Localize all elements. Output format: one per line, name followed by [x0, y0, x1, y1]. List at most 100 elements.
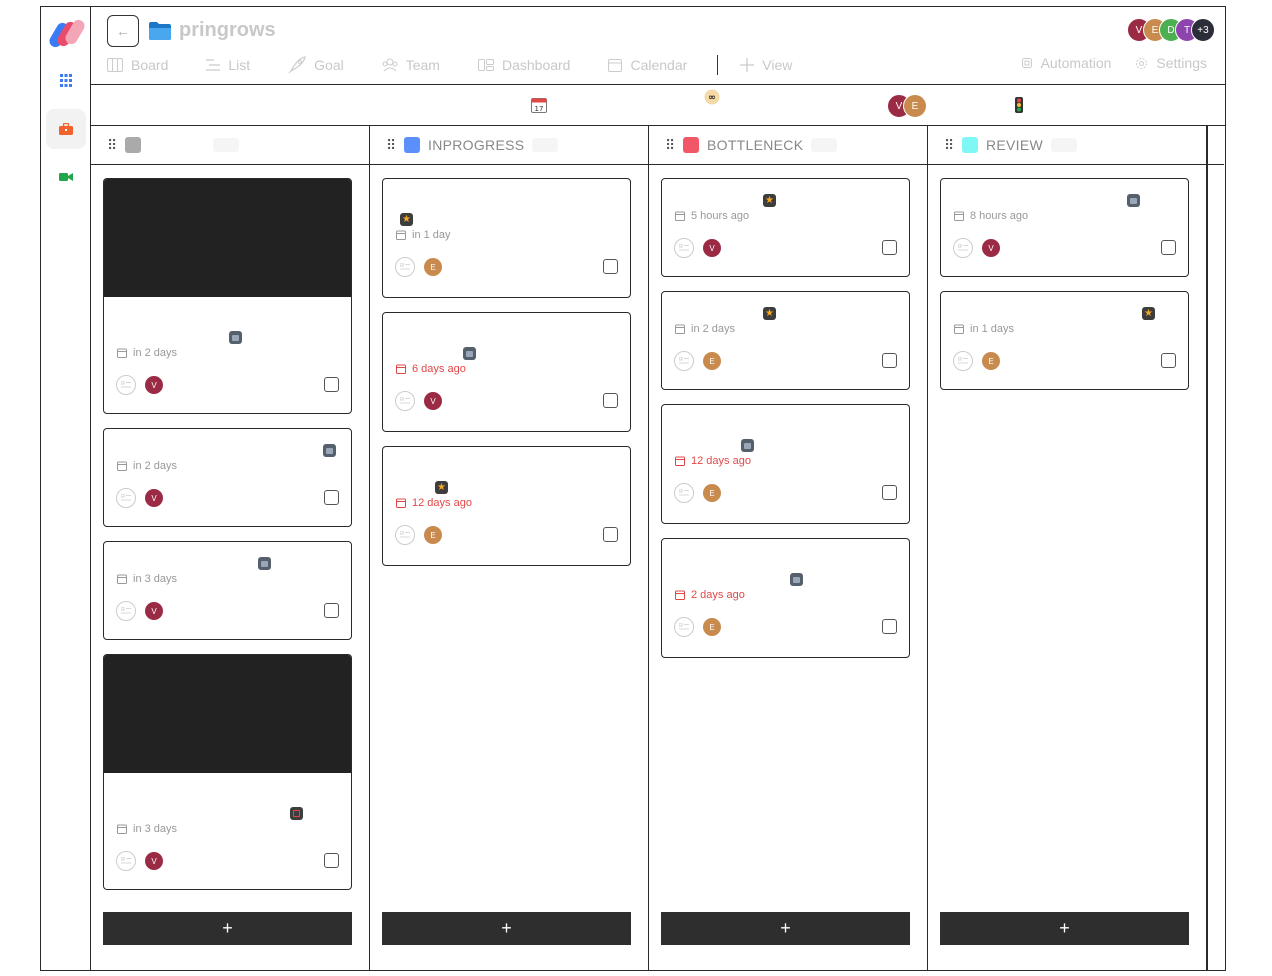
assignee-avatar[interactable]: E — [982, 352, 1000, 370]
task-card[interactable]: ★ in 1 day E — [382, 178, 631, 298]
due-date[interactable]: 12 days ago — [396, 497, 472, 509]
assignee-avatar[interactable]: E — [424, 258, 442, 276]
assignee-avatar[interactable]: V — [982, 239, 1000, 257]
add-view-button[interactable]: View — [740, 57, 792, 73]
subtask-icon[interactable] — [953, 351, 973, 371]
due-date[interactable]: in 3 days — [117, 823, 177, 835]
complete-checkbox[interactable] — [882, 353, 897, 368]
low-priority-icon[interactable] — [741, 439, 754, 452]
star-priority-icon[interactable]: ★ — [435, 481, 448, 494]
subtask-icon[interactable] — [395, 257, 415, 277]
due-date[interactable]: 5 hours ago — [675, 210, 749, 222]
subtask-icon[interactable] — [953, 238, 973, 258]
column-header[interactable]: ⠿ INPROGRESS — [370, 126, 648, 165]
date-filter-icon[interactable]: 17 — [531, 97, 547, 118]
add-card-button[interactable]: + — [382, 912, 631, 945]
tab-team[interactable]: Team — [382, 57, 440, 73]
task-card[interactable]: 8 hours ago V — [940, 178, 1189, 277]
add-card-button[interactable]: + — [940, 912, 1189, 945]
due-date[interactable]: in 1 days — [954, 323, 1014, 335]
infinity-icon[interactable]: ∞ — [704, 89, 720, 110]
assignee-avatar[interactable]: V — [145, 489, 163, 507]
complete-checkbox[interactable] — [324, 853, 339, 868]
app-logo[interactable] — [46, 17, 87, 50]
due-date[interactable]: 12 days ago — [675, 455, 751, 467]
assignee-avatar[interactable]: V — [145, 852, 163, 870]
column-color-swatch[interactable] — [125, 137, 141, 153]
complete-checkbox[interactable] — [603, 527, 618, 542]
low-priority-icon[interactable] — [229, 331, 242, 344]
due-date[interactable]: 6 days ago — [396, 363, 466, 375]
star-priority-icon[interactable]: ★ — [763, 194, 776, 207]
assignee-filter[interactable]: VE — [887, 94, 927, 118]
assignee-avatar[interactable]: E — [703, 484, 721, 502]
subtask-icon[interactable] — [116, 488, 136, 508]
due-date[interactable]: in 2 days — [675, 323, 735, 335]
assignee-avatar[interactable]: E — [703, 618, 721, 636]
low-priority-icon[interactable] — [323, 444, 336, 457]
apps-grid-icon[interactable] — [46, 61, 86, 101]
complete-checkbox[interactable] — [603, 259, 618, 274]
task-card[interactable]: in 3 days V — [103, 654, 352, 890]
column-header[interactable]: ⠿ — [91, 126, 369, 165]
member-avatars[interactable]: V E D T +3 — [1127, 18, 1215, 42]
tab-dashboard[interactable]: Dashboard — [477, 57, 570, 73]
back-button[interactable]: ← — [107, 15, 139, 47]
subtask-icon[interactable] — [674, 351, 694, 371]
due-date[interactable]: in 2 days — [117, 460, 177, 472]
complete-checkbox[interactable] — [1161, 353, 1176, 368]
column-header[interactable]: ⠿ BOTTLENECK — [649, 126, 927, 165]
task-card[interactable]: ★ in 1 days E — [940, 291, 1189, 390]
low-priority-icon[interactable] — [258, 557, 271, 570]
task-card[interactable]: 2 days ago E — [661, 538, 910, 658]
due-date[interactable]: in 1 day — [396, 229, 451, 241]
column-header[interactable]: ⠿ REVIEW — [928, 126, 1206, 165]
subtask-icon[interactable] — [674, 483, 694, 503]
drag-handle-icon[interactable]: ⠿ — [386, 138, 396, 152]
automation-button[interactable]: Automation — [1021, 55, 1111, 71]
complete-checkbox[interactable] — [324, 603, 339, 618]
column-color-swatch[interactable] — [683, 137, 699, 153]
low-priority-icon[interactable] — [790, 573, 803, 586]
assignee-avatar[interactable]: V — [145, 602, 163, 620]
due-date[interactable]: in 3 days — [117, 573, 177, 585]
complete-checkbox[interactable] — [882, 619, 897, 634]
task-card[interactable]: in 2 days V — [103, 178, 352, 414]
assignee-avatar[interactable]: V — [424, 392, 442, 410]
task-card[interactable]: in 2 days V — [103, 428, 352, 527]
task-card[interactable]: 12 days ago E — [661, 404, 910, 524]
subtask-icon[interactable] — [116, 601, 136, 621]
drag-handle-icon[interactable]: ⠿ — [944, 138, 954, 152]
task-card[interactable]: 6 days ago V — [382, 312, 631, 432]
assignee-avatar[interactable]: V — [703, 239, 721, 257]
column-color-swatch[interactable] — [404, 137, 420, 153]
complete-checkbox[interactable] — [324, 490, 339, 505]
tab-goal[interactable]: Goal — [288, 56, 344, 74]
subtask-icon[interactable] — [674, 617, 694, 637]
complete-checkbox[interactable] — [603, 393, 618, 408]
complete-checkbox[interactable] — [882, 485, 897, 500]
briefcase-icon[interactable] — [45, 109, 86, 149]
drag-handle-icon[interactable]: ⠿ — [107, 138, 117, 152]
due-date[interactable]: in 2 days — [117, 347, 177, 359]
subtask-icon[interactable] — [116, 851, 136, 871]
task-card[interactable]: ★ 12 days ago E — [382, 446, 631, 566]
subtask-icon[interactable] — [674, 238, 694, 258]
star-priority-icon[interactable]: ★ — [1142, 307, 1155, 320]
low-priority-icon[interactable] — [463, 347, 476, 360]
complete-checkbox[interactable] — [1161, 240, 1176, 255]
star-priority-icon[interactable]: ★ — [763, 307, 776, 320]
task-card[interactable]: in 3 days V — [103, 541, 352, 640]
subtask-icon[interactable] — [395, 391, 415, 411]
tab-list[interactable]: List — [206, 57, 250, 73]
traffic-light-icon[interactable] — [1015, 97, 1023, 118]
add-card-button[interactable]: + — [661, 912, 910, 945]
due-date[interactable]: 2 days ago — [675, 589, 745, 601]
subtask-icon[interactable] — [116, 375, 136, 395]
assignee-avatar[interactable]: E — [424, 526, 442, 544]
urgent-priority-icon[interactable] — [290, 807, 303, 820]
task-card[interactable]: ★ 5 hours ago V — [661, 178, 910, 277]
settings-button[interactable]: Settings — [1135, 55, 1207, 71]
avatar[interactable]: E — [903, 94, 927, 118]
tab-calendar[interactable]: Calendar — [608, 57, 687, 73]
